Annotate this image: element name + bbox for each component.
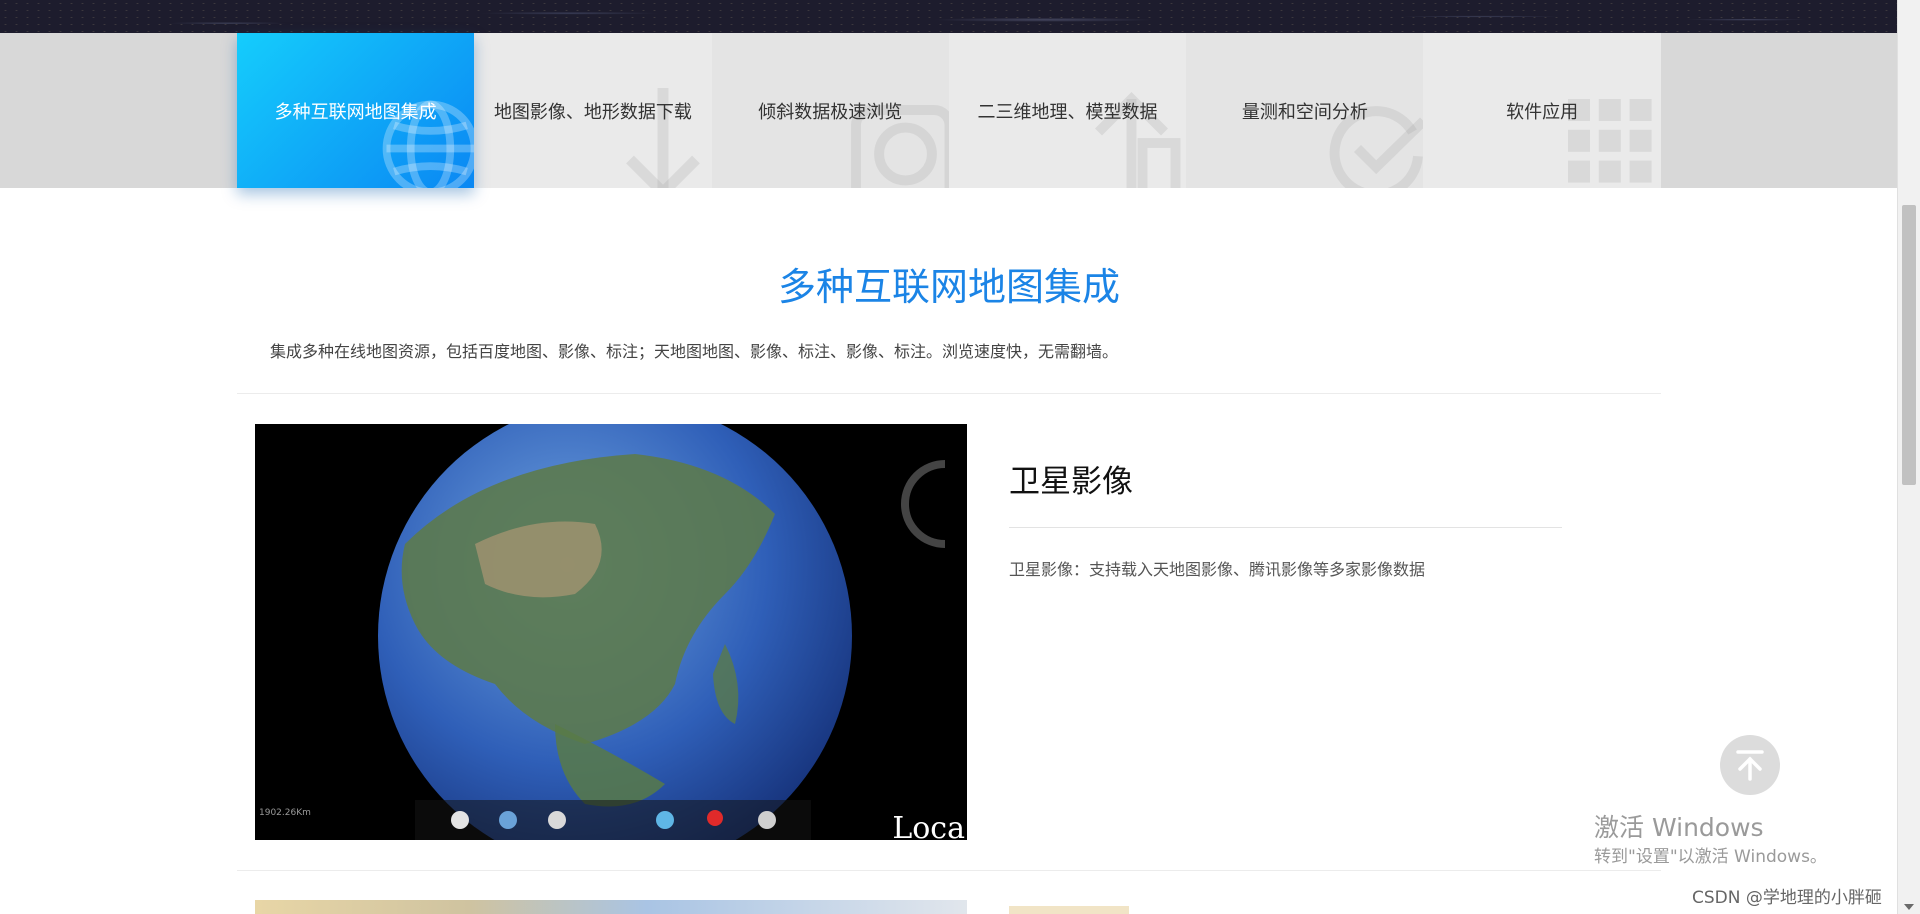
scrollbar-thumb[interactable] — [1902, 205, 1916, 485]
windows-activation-title: 激活 Windows — [1594, 813, 1764, 842]
tab-label: 二三维地理、模型数据 — [977, 101, 1158, 123]
arrow-up-icon — [1736, 750, 1764, 781]
tab-label: 多种互联网地图集成 — [274, 101, 437, 123]
back-to-top-button[interactable] — [1720, 735, 1780, 795]
tab-software-apps[interactable]: 软件应用 — [1423, 33, 1661, 188]
tab-oblique-browse[interactable]: 倾斜数据极速浏览 — [711, 33, 949, 188]
divider — [237, 393, 1661, 394]
divider — [237, 870, 1661, 871]
image-overlay-text: Loca — [892, 811, 965, 840]
tab-2d3d-data[interactable]: 二三维地理、模型数据 — [948, 33, 1187, 188]
next-feature-image — [255, 900, 967, 914]
feature-description: 卫星影像：支持载入天地图影像、腾讯影像等多家影像数据 — [1009, 560, 1426, 579]
tab-data-download[interactable]: 地图影像、地形数据下载 — [474, 33, 712, 188]
feature-tabs: 多种互联网地图集成 地图影像、地形数据下载 倾斜数据极速浏览 二三维地理、模型数… — [237, 33, 1661, 188]
tab-label: 量测和空间分析 — [1241, 101, 1368, 123]
tab-map-integration[interactable]: 多种互联网地图集成 — [237, 33, 475, 188]
tab-label: 地图影像、地形数据下载 — [493, 101, 692, 123]
tab-measure-analysis[interactable]: 量测和空间分析 — [1186, 33, 1424, 188]
tab-label: 软件应用 — [1506, 101, 1579, 123]
feature-title: 卫星影像 — [1009, 464, 1133, 500]
satellite-image: 1902.26Km Loca — [255, 424, 967, 840]
csdn-watermark: CSDN @学地理的小胖砸 — [1692, 888, 1882, 908]
page-scrollbar[interactable] — [1897, 0, 1920, 914]
scroll-down-arrow-icon[interactable] — [1904, 904, 1914, 910]
feature-divider — [1009, 527, 1562, 528]
windows-activation-hint: 转到"设置"以激活 Windows。 — [1594, 847, 1827, 867]
nav-band: 多种互联网地图集成 地图影像、地形数据下载 倾斜数据极速浏览 二三维地理、模型数… — [0, 33, 1898, 188]
section-title: 多种互联网地图集成 — [777, 265, 1120, 309]
tab-label: 倾斜数据极速浏览 — [758, 101, 903, 123]
section-description: 集成多种在线地图资源，包括百度地图、影像、标注；天地图地图、影像、标注、影像、标… — [270, 342, 1119, 361]
next-feature-title-edge — [1009, 906, 1129, 914]
header-banner-strip — [0, 0, 1898, 33]
map-scale-label: 1902.26Km — [259, 808, 311, 818]
